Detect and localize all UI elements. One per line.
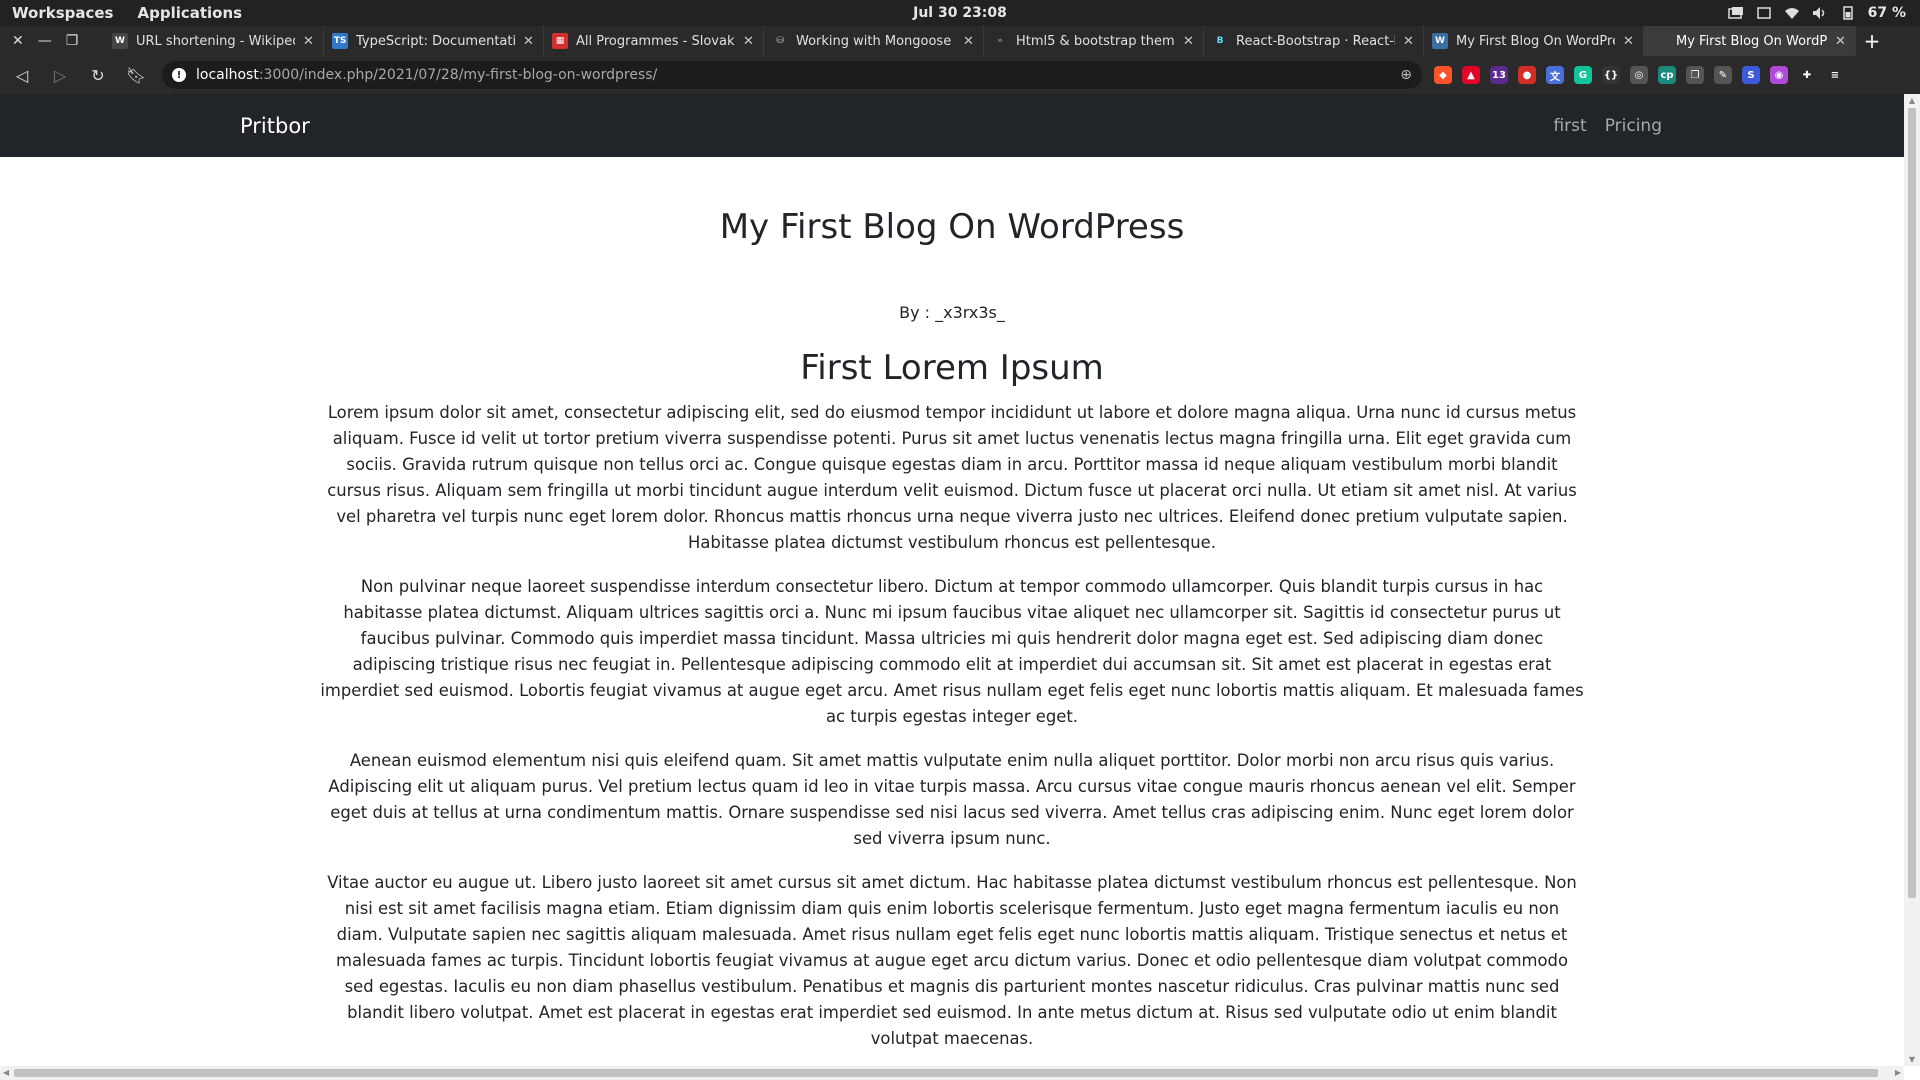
vertical-scroll-thumb[interactable]	[1908, 108, 1916, 898]
workspaces-menu[interactable]: Workspaces	[0, 4, 125, 22]
site-navbar: Pritbor first Pricing	[0, 94, 1904, 157]
vertical-scrollbar[interactable]: ▲ ▼	[1904, 94, 1920, 1066]
close-tab-icon[interactable]: ✕	[1183, 34, 1195, 49]
menu-icon[interactable]: ≡	[1826, 66, 1844, 84]
scroll-down-icon[interactable]: ▼	[1904, 1055, 1920, 1064]
json-viewer-icon[interactable]: {}	[1602, 66, 1620, 84]
minimize-window-icon[interactable]: —	[38, 33, 52, 49]
bookmark-icon[interactable]: 🔖︎	[120, 61, 152, 89]
paragraph: Aenean euismod elementum nisi quis eleif…	[328, 751, 1576, 848]
vpn-icon[interactable]: ◉	[1770, 66, 1788, 84]
back-icon[interactable]: ◁	[6, 61, 38, 89]
post-author: By : _x3rx3s_	[899, 303, 1005, 322]
paragraph: Vitae auctor eu augue ut. Libero justo l…	[327, 873, 1577, 1048]
browser-tab[interactable]: ⛁ Working with Mongoose in ✕	[764, 26, 984, 56]
browser-tab[interactable]: TS TypeScript: Documentation ✕	[324, 26, 544, 56]
tab-title: My First Blog On WordPress	[1456, 33, 1615, 49]
browser-tab[interactable]: » Html5 & bootstrap themes ✕	[984, 26, 1204, 56]
scroll-left-icon[interactable]: ◀	[3, 1066, 9, 1080]
tab-title: TypeScript: Documentation	[356, 33, 515, 49]
close-tab-icon[interactable]: ✕	[743, 34, 755, 49]
tab-strip: ✕ — ❐ W URL shortening - Wikipedia ✕ TS Type…	[0, 26, 1920, 56]
close-window-icon[interactable]: ✕	[12, 33, 24, 49]
tab-title: My First Blog On WordPress	[1676, 33, 1827, 49]
mongoose-icon: ⛁	[772, 33, 788, 49]
wordpress-icon: W	[1432, 33, 1448, 49]
tab-title: URL shortening - Wikipedia	[136, 33, 295, 49]
translate-icon[interactable]: 文	[1546, 66, 1564, 84]
typescript-icon: TS	[332, 33, 348, 49]
section-heading: First Lorem Ipsum	[800, 348, 1104, 388]
browser-tab[interactable]: My First Blog On WordPress ✕	[1644, 26, 1856, 56]
applications-menu[interactable]: Applications	[125, 4, 254, 22]
tab-title: Html5 & bootstrap themes	[1016, 33, 1175, 49]
browser-tab[interactable]: W My First Blog On WordPress ✕	[1424, 26, 1644, 56]
clock[interactable]: Jul 30 23:08	[913, 5, 1007, 21]
restore-window-icon[interactable]: ❐	[66, 33, 79, 49]
url-path: :3000/index.php/2021/07/28/my-first-blog…	[258, 67, 658, 83]
zoom-icon[interactable]: ⊕	[1400, 67, 1412, 83]
forward-icon[interactable]: ▷	[44, 61, 76, 89]
extensions-bar: ◆ ▲ 13 ● 文 G {} ◎ cp ❐ ✎ S ◉ ✚ ≡	[1434, 66, 1844, 84]
browser-tab[interactable]: B React-Bootstrap · React-Bo ✕	[1204, 26, 1424, 56]
post-title: My First Blog On WordPress	[719, 207, 1185, 247]
copy-icon[interactable]: ❐	[1686, 66, 1704, 84]
horizontal-scroll-thumb[interactable]	[14, 1069, 1878, 1077]
site-info-icon[interactable]: !	[172, 68, 186, 82]
browser-tab[interactable]: W URL shortening - Wikipedia ✕	[104, 26, 324, 56]
article: My First Blog On WordPress By : _x3rx3s_…	[320, 207, 1584, 1052]
pen-icon[interactable]: ✎	[1714, 66, 1732, 84]
puzzle-icon[interactable]: ✚	[1798, 66, 1816, 84]
s-extension-icon[interactable]: S	[1742, 66, 1760, 84]
url-bar[interactable]: ! localhost:3000/index.php/2021/07/28/my…	[162, 61, 1422, 89]
screenshot-icon[interactable]	[1727, 6, 1744, 20]
university-icon: ▦	[552, 33, 568, 49]
brave-shield-icon[interactable]: ◆	[1434, 66, 1452, 84]
blank-icon	[1652, 33, 1668, 49]
wifi-icon[interactable]	[1784, 6, 1800, 20]
paragraph: Lorem ipsum dolor sit amet, consectetur …	[327, 403, 1577, 552]
tab-title: All Programmes - Slovak Un	[576, 33, 735, 49]
extension-badge-icon[interactable]: 13	[1490, 66, 1508, 84]
react-bootstrap-icon: B	[1212, 33, 1228, 49]
brave-rewards-icon[interactable]: ▲	[1462, 66, 1480, 84]
os-top-bar: Workspaces Applications Jul 30 23:08 67 …	[0, 0, 1920, 26]
scroll-up-icon[interactable]: ▲	[1904, 96, 1920, 105]
wikipedia-icon: W	[112, 33, 128, 49]
chevron-double-icon: »	[992, 33, 1008, 49]
window-controls: ✕ — ❐	[0, 26, 104, 56]
horizontal-scrollbar[interactable]: ◀ ▶	[0, 1066, 1904, 1080]
paragraph: Non pulvinar neque laoreet suspendisse i…	[320, 577, 1584, 726]
site-nav-links: first Pricing	[1553, 116, 1662, 136]
scroll-right-icon[interactable]: ▶	[1895, 1066, 1901, 1080]
cp-icon[interactable]: cp	[1658, 66, 1676, 84]
close-tab-icon[interactable]: ✕	[523, 34, 535, 49]
url-host: localhost	[196, 67, 259, 83]
grammarly-icon[interactable]: G	[1574, 66, 1592, 84]
browser-tab[interactable]: ▦ All Programmes - Slovak Un ✕	[544, 26, 764, 56]
lastpass-icon[interactable]: ●	[1518, 66, 1536, 84]
page-viewport: Pritbor first Pricing My First Blog On W…	[0, 94, 1904, 1066]
close-tab-icon[interactable]: ✕	[1403, 34, 1415, 49]
site-brand[interactable]: Pritbor	[240, 114, 310, 138]
browser-toolbar: ◁ ▷ ↻ 🔖︎ ! localhost:3000/index.php/2021…	[0, 56, 1920, 94]
battery-percentage: 67 %	[1867, 5, 1906, 21]
nav-link-pricing[interactable]: Pricing	[1605, 116, 1662, 136]
target-icon[interactable]: ◎	[1630, 66, 1648, 84]
close-tab-icon[interactable]: ✕	[1835, 34, 1847, 49]
window-icon[interactable]	[1756, 6, 1772, 20]
close-tab-icon[interactable]: ✕	[303, 34, 315, 49]
new-tab-button[interactable]: +	[1856, 26, 1888, 56]
nav-link-first[interactable]: first	[1553, 116, 1586, 136]
battery-icon[interactable]	[1840, 6, 1856, 20]
system-tray: 67 %	[1727, 0, 1906, 26]
close-tab-icon[interactable]: ✕	[963, 34, 975, 49]
tab-title: React-Bootstrap · React-Bo	[1236, 33, 1395, 49]
close-tab-icon[interactable]: ✕	[1623, 34, 1635, 49]
tab-title: Working with Mongoose in	[796, 33, 955, 49]
volume-icon[interactable]	[1812, 6, 1828, 20]
reload-icon[interactable]: ↻	[82, 61, 114, 89]
